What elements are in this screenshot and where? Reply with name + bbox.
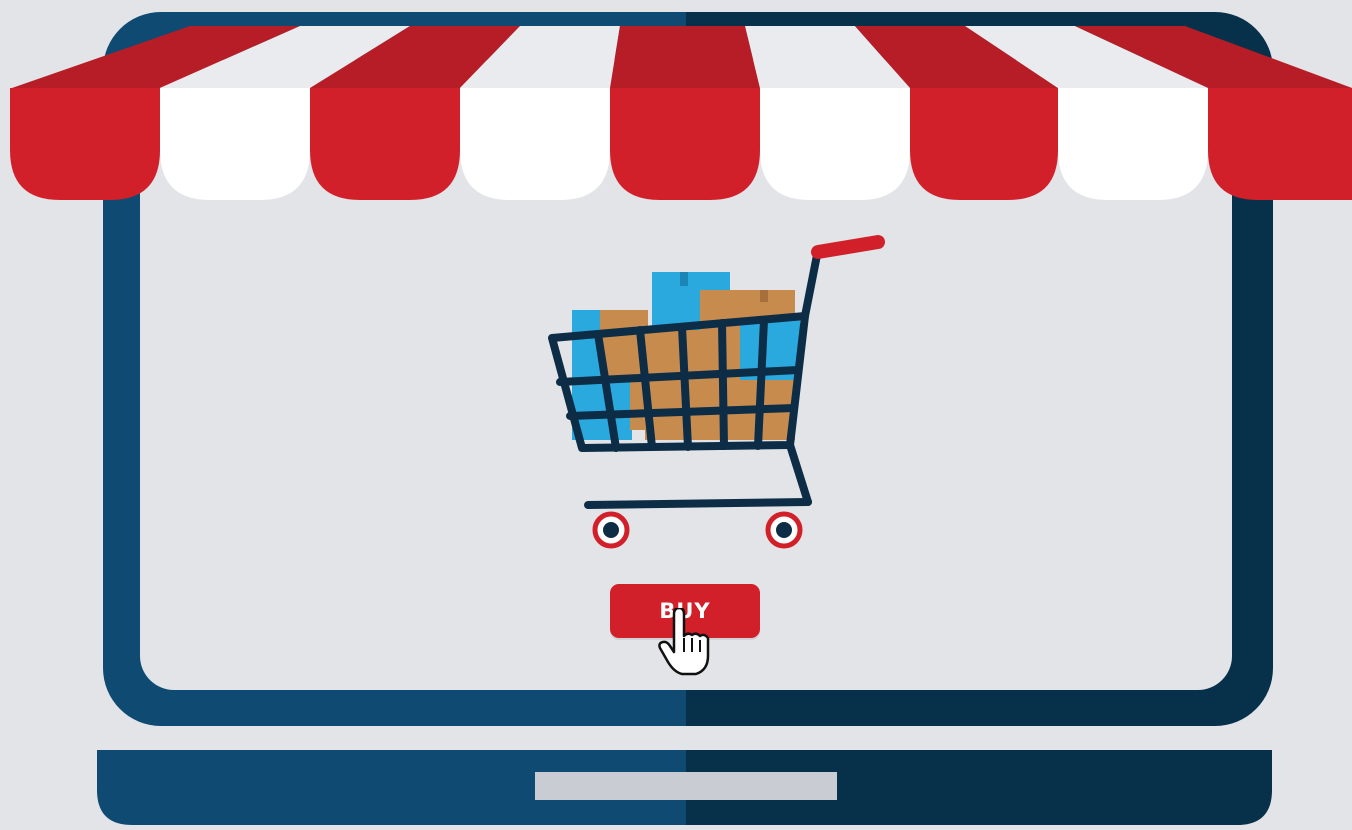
trackpad-icon	[535, 772, 837, 800]
awning-icon	[10, 26, 1352, 200]
hand-pointer-icon	[658, 608, 710, 676]
laptop-base	[97, 750, 1272, 825]
laptop-icon	[10, 12, 1352, 825]
online-shop-illustration: BUY	[0, 0, 1352, 825]
